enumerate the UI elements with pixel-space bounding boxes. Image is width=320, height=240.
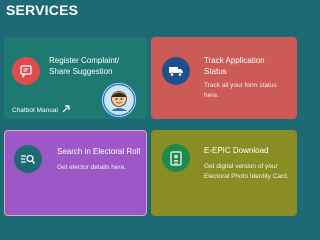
card-title-line: Status	[204, 67, 227, 76]
section-title: SERVICES	[6, 2, 79, 18]
search-list-icon	[14, 145, 42, 173]
helpdesk-mascot-badge[interactable]	[101, 82, 137, 118]
card-title: Track Application Status	[204, 55, 265, 77]
card-description: Get elector details here.	[57, 164, 127, 171]
card-title-line: Register Complaint/	[49, 56, 120, 65]
card-description-line: Get digital version of your	[204, 163, 278, 170]
search-electoral-roll-card[interactable]: Search in Electoral Roll Get elector det…	[4, 130, 147, 216]
card-description: Track all your form status here.	[204, 81, 277, 101]
card-description-line: Electoral Photo Identity Card.	[204, 173, 289, 180]
e-epic-download-card[interactable]: E-EPIC Download Get digital version of y…	[151, 130, 297, 216]
delivery-truck-icon	[162, 57, 190, 85]
track-application-card[interactable]: Track Application Status Track all your …	[151, 37, 297, 119]
card-description-line: here.	[204, 92, 219, 99]
card-title-line: Share Suggestion	[49, 67, 113, 76]
chat-message-icon	[12, 57, 40, 85]
card-title: Register Complaint/ Share Suggestion	[49, 55, 119, 77]
card-title-line: Track Application	[204, 56, 265, 65]
arrow-up-right-icon	[62, 105, 70, 115]
chatbot-manual-label: Chatbot Manual	[12, 106, 58, 114]
chatbot-manual-link[interactable]: Chatbot Manual	[12, 105, 70, 115]
card-description: Get digital version of your Electoral Ph…	[204, 162, 289, 182]
register-complaint-card[interactable]: Register Complaint/ Share Suggestion Cha…	[4, 37, 147, 119]
id-card-icon	[162, 144, 190, 172]
card-title: Search in Electoral Roll	[57, 147, 141, 156]
card-description-line: Track all your form status	[204, 82, 277, 89]
card-title: E-EPIC Download	[204, 146, 269, 155]
